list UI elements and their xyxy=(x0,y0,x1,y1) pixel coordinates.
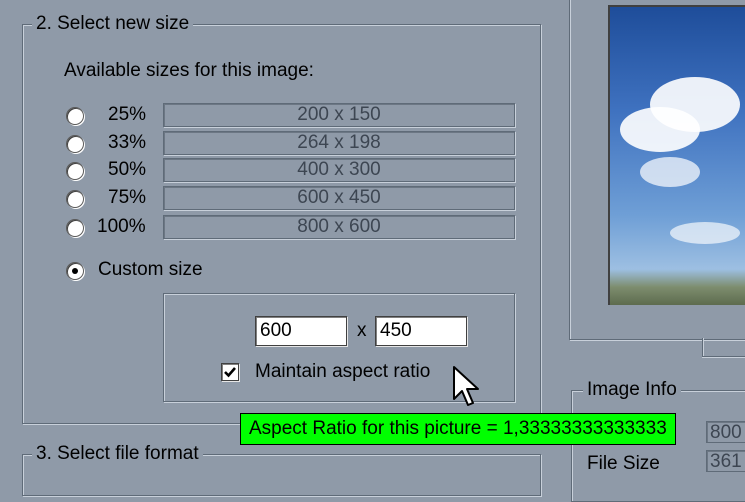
percent-label-33: 33% xyxy=(108,132,147,153)
maintain-aspect-checkbox[interactable] xyxy=(221,363,239,381)
maintain-aspect-label[interactable]: Maintain aspect ratio xyxy=(255,361,430,383)
file-size-field: 361 xyxy=(706,450,745,472)
image-info-legend: Image Info xyxy=(583,379,681,401)
radio-25[interactable] xyxy=(66,107,84,125)
dims-33: 264 x 198 xyxy=(163,131,515,155)
cloud-shape xyxy=(620,107,700,152)
radio-33[interactable] xyxy=(66,135,84,153)
radio-selected-dot xyxy=(72,268,78,274)
custom-size-label[interactable]: Custom size xyxy=(98,259,203,281)
dims-75: 600 x 450 xyxy=(163,186,515,210)
percent-label-50: 50% xyxy=(108,159,147,180)
aspect-ratio-tooltip: Aspect Ratio for this picture = 1,333333… xyxy=(240,413,676,445)
mouse-cursor-icon xyxy=(453,366,479,406)
cloud-shape xyxy=(640,157,700,187)
image-info-group xyxy=(571,390,745,502)
times-symbol: x xyxy=(357,320,367,341)
dims-100: 800 x 600 xyxy=(163,215,515,239)
file-size-label: File Size xyxy=(587,453,660,474)
checkmark-icon xyxy=(224,367,236,378)
select-size-legend: 2. Select new size xyxy=(32,13,194,35)
custom-width-input[interactable] xyxy=(255,316,347,346)
select-format-legend: 3. Select file format xyxy=(32,443,203,465)
preview-divider xyxy=(702,338,703,356)
info-value-field: 800 xyxy=(706,421,745,443)
dims-25: 200 x 150 xyxy=(163,103,515,127)
radio-75[interactable] xyxy=(66,190,84,208)
radio-custom[interactable] xyxy=(66,262,84,280)
image-preview xyxy=(608,5,745,305)
radio-100[interactable] xyxy=(66,219,84,237)
available-sizes-label: Available sizes for this image: xyxy=(64,60,314,81)
percent-label-25: 25% xyxy=(108,104,147,125)
percent-label-100: 100% xyxy=(97,216,146,237)
radio-50[interactable] xyxy=(66,162,84,180)
percent-label-75: 75% xyxy=(108,187,147,208)
preview-divider xyxy=(702,356,745,357)
custom-height-input[interactable] xyxy=(375,316,467,346)
dims-50: 400 x 300 xyxy=(163,158,515,182)
cloud-shape xyxy=(670,222,740,244)
